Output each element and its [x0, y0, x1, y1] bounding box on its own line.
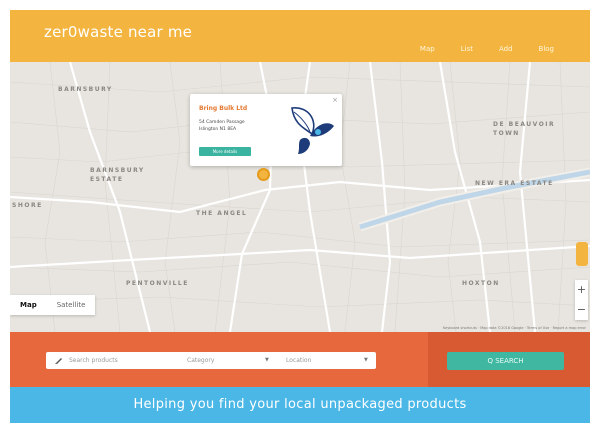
- map-info-window: × Bring Bulk Ltd 54 Camden Passage Islin…: [190, 94, 342, 166]
- map-pin-icon[interactable]: [257, 168, 270, 181]
- site-header: zer0waste near me Map List Add Blog: [10, 10, 590, 62]
- more-details-button[interactable]: More details: [199, 147, 251, 156]
- tagline-banner: Helping you find your local unpackaged p…: [10, 387, 590, 423]
- address-line: Islington N1 8EA: [199, 127, 237, 132]
- nav-item-map[interactable]: Map: [420, 45, 435, 53]
- map-attribution[interactable]: Keyboard shortcuts · Map data ©2018 Goog…: [443, 326, 586, 330]
- shop-logo-icon: [291, 107, 334, 154]
- chevron-down-icon: ▼: [265, 357, 269, 363]
- area-label: THE ANGEL: [196, 210, 248, 217]
- shop-address: 54 Camden Passage Islington N1 8EA: [199, 119, 269, 133]
- area-label: BARNSBURY ESTATE: [90, 167, 145, 183]
- category-select[interactable]: Category: [187, 352, 214, 369]
- address-line: 54 Camden Passage: [199, 120, 245, 125]
- site-logo[interactable]: zer0waste near me: [44, 23, 192, 41]
- search-button[interactable]: Q SEARCH: [447, 352, 564, 370]
- map-type-satellite-button[interactable]: Satellite: [47, 295, 96, 315]
- page-frame: zer0waste near me Map List Add Blog BARN…: [10, 10, 590, 423]
- location-select[interactable]: Location: [286, 352, 311, 369]
- map-type-control: Map Satellite: [10, 295, 96, 315]
- search-bar: Search products Category ▼ Location ▼: [46, 352, 376, 369]
- area-label: BARNSBURY: [58, 86, 113, 93]
- tagline-text: Helping you find your local unpackaged p…: [133, 397, 467, 412]
- area-label: SHORE: [12, 202, 43, 209]
- zoom-control: + −: [575, 280, 588, 320]
- chevron-down-icon: ▼: [364, 357, 368, 363]
- zoom-out-button[interactable]: −: [575, 300, 588, 320]
- search-band: Search products Category ▼ Location ▼ Q …: [10, 332, 590, 387]
- area-label: DE BEAUVOIR TOWN: [493, 121, 556, 137]
- nav-item-blog[interactable]: Blog: [539, 45, 554, 53]
- main-nav: Map List Add Blog: [420, 45, 554, 53]
- zoom-in-button[interactable]: +: [575, 280, 588, 300]
- area-label: HOXTON: [462, 280, 500, 287]
- map-type-map-button[interactable]: Map: [10, 295, 47, 315]
- pencil-icon: [55, 358, 62, 364]
- shop-name: Bring Bulk Ltd: [199, 105, 248, 112]
- nav-item-add[interactable]: Add: [499, 45, 513, 53]
- search-input[interactable]: Search products: [69, 352, 118, 369]
- area-label: PENTONVILLE: [126, 280, 189, 287]
- nav-item-list[interactable]: List: [461, 45, 473, 53]
- map-view[interactable]: BARNSBURY BARNSBURY ESTATE THE ANGEL PEN…: [10, 62, 590, 332]
- area-label: NEW ERA ESTATE: [475, 180, 554, 187]
- street-view-pegman-icon[interactable]: [576, 242, 588, 266]
